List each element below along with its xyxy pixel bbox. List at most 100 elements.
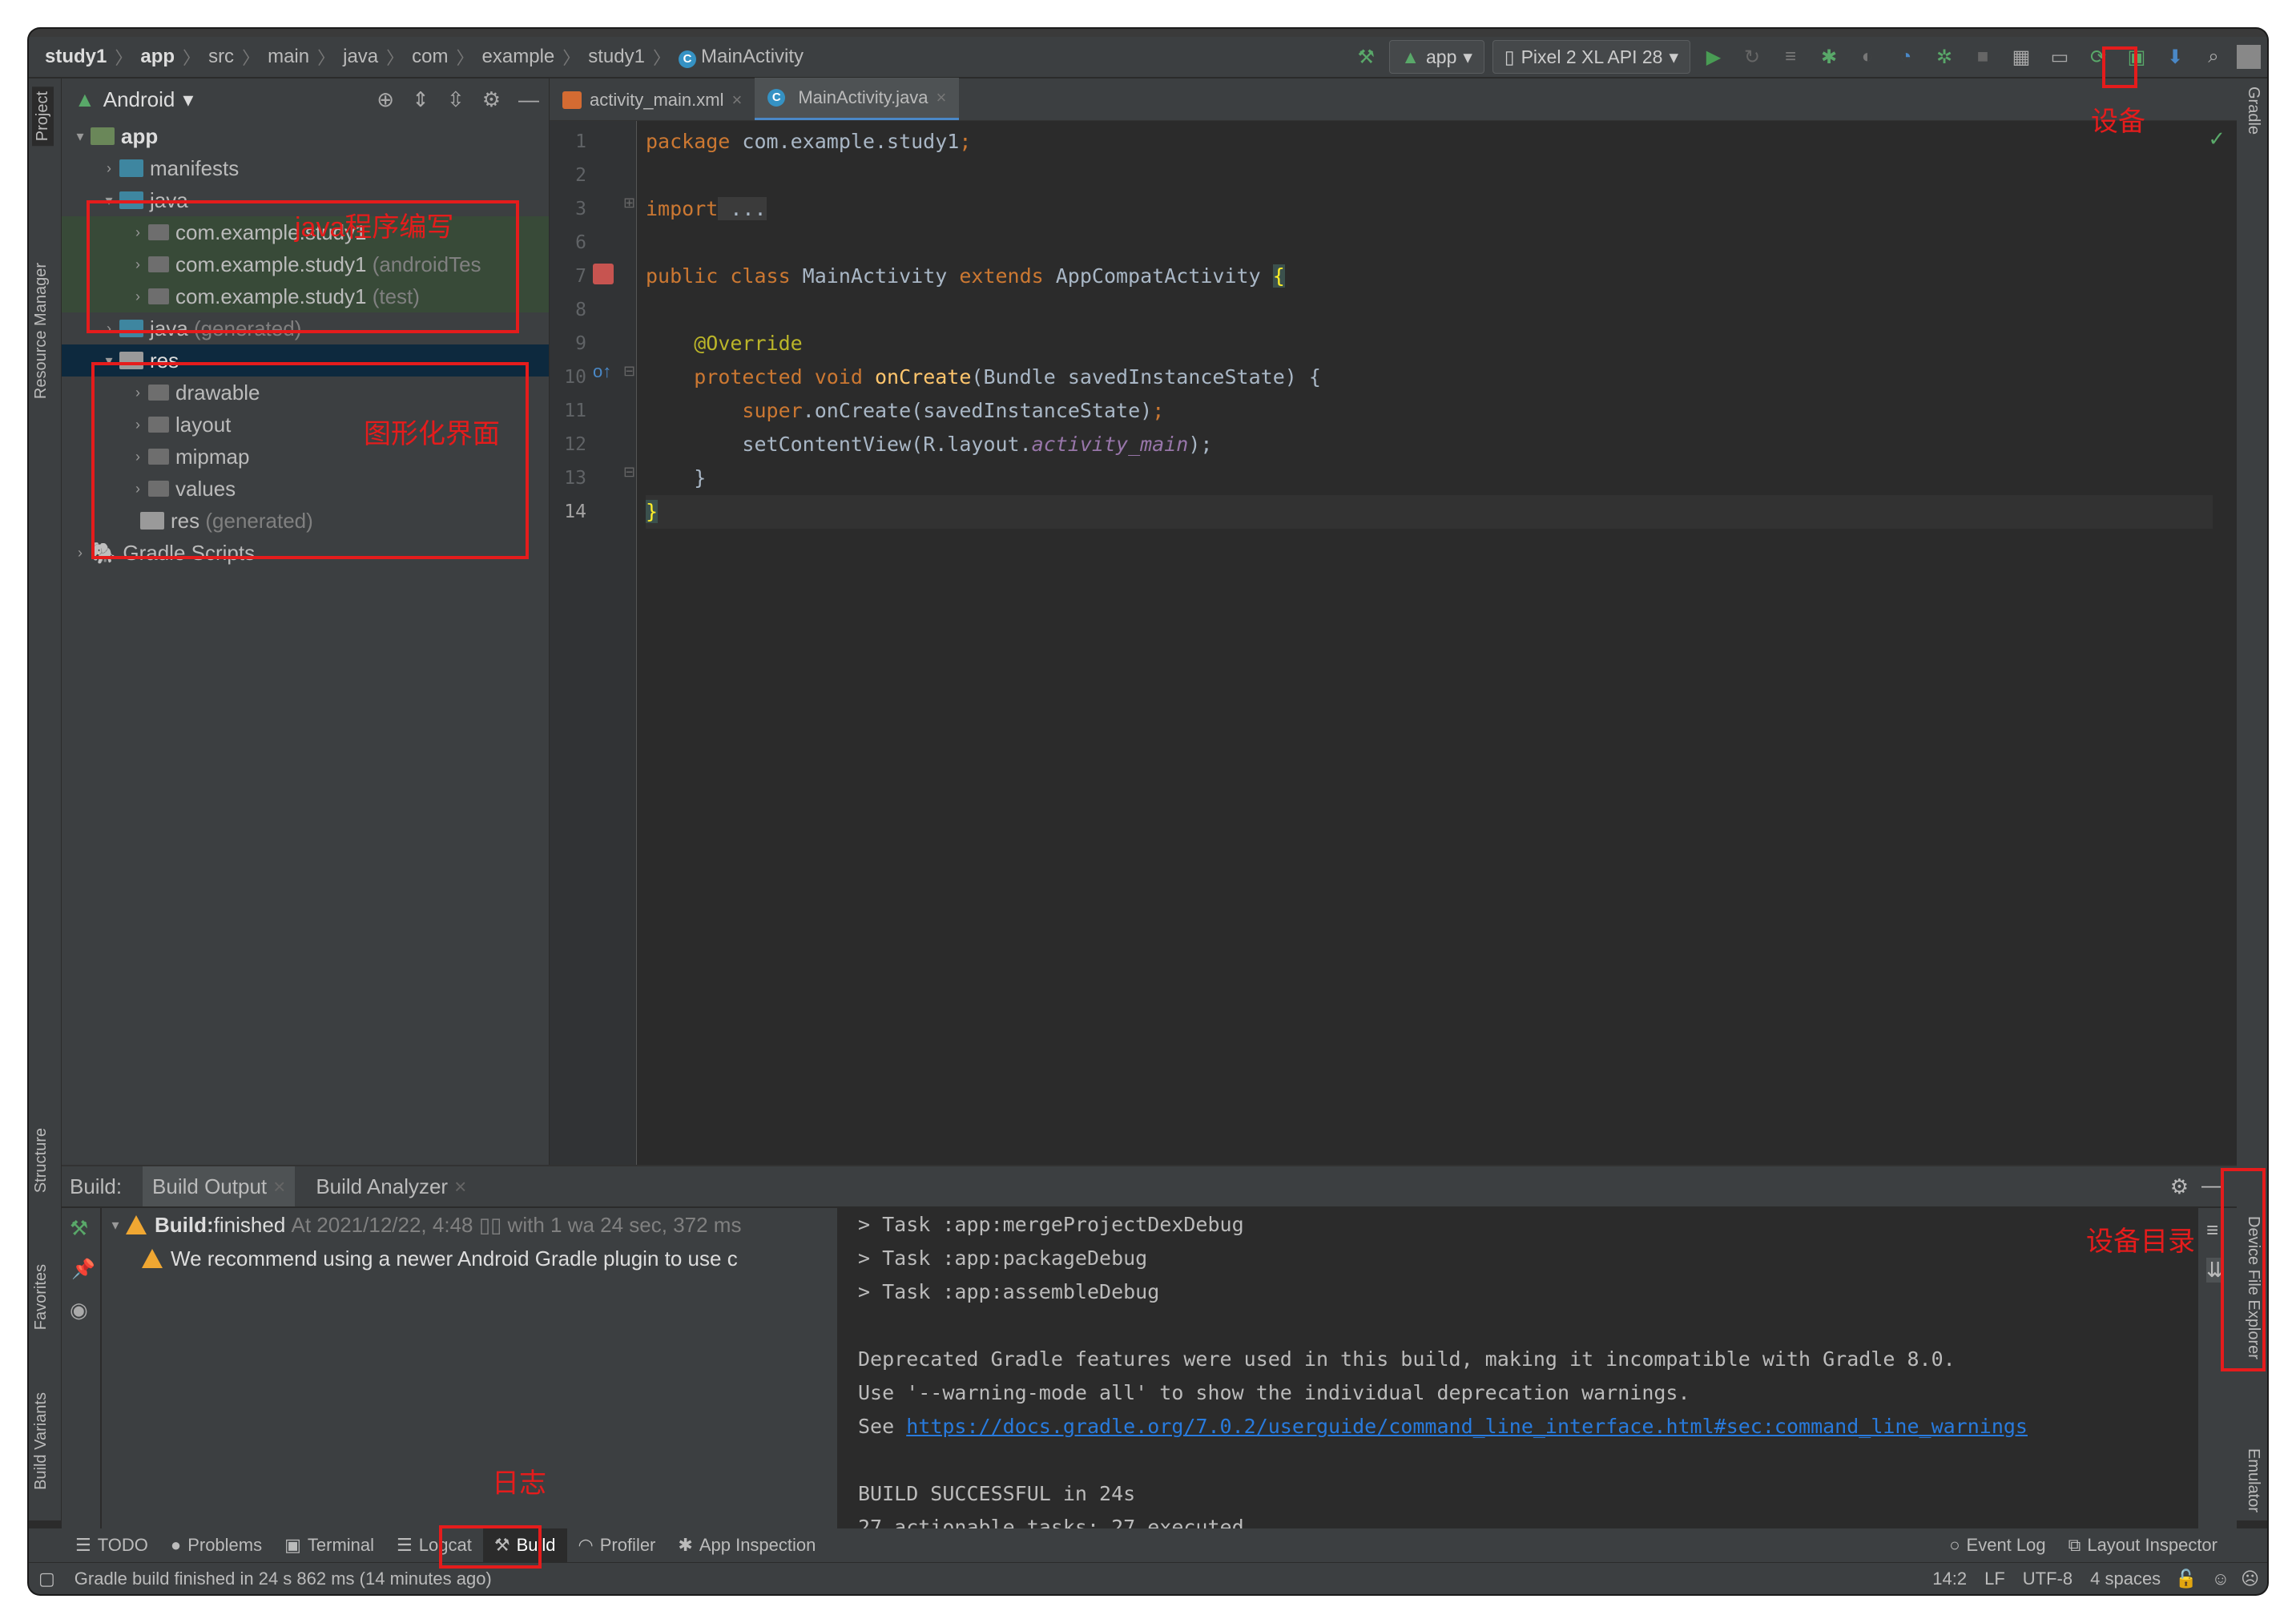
project-structure-icon[interactable]: ▦ [2006,41,2036,73]
warning-icon [126,1215,147,1234]
tool-window-app-inspection[interactable]: ✱ App Inspection [667,1528,827,1562]
file-encoding[interactable]: UTF-8 [2023,1569,2072,1589]
tool-window-terminal[interactable]: ▣ Terminal [273,1528,385,1562]
tool-window-event-log[interactable]: ○ Event Log [1938,1528,2056,1562]
tab-structure[interactable]: Structure [32,1128,50,1193]
lock-icon[interactable]: 🔓 [2175,1569,2197,1589]
tab-favorites[interactable]: Favorites [32,1264,50,1330]
apply-changes-icon[interactable]: ≡ [1775,41,1806,73]
tool-window-todo[interactable]: ☰ TODO [64,1528,159,1562]
hide-icon[interactable]: — [2201,1173,2222,1198]
tree-item-manifests[interactable]: › manifests [62,152,549,184]
close-icon[interactable]: × [454,1174,466,1199]
code-editor[interactable]: package com.example.study1; import ... p… [646,121,2237,1165]
stop-icon[interactable]: ■ [1968,41,1998,73]
tree-item-app[interactable]: ▾ app [62,120,549,152]
tab-emulator[interactable]: Emulator [2244,1448,2262,1512]
pin-icon[interactable]: 📌 [71,1258,95,1281]
device-select[interactable]: ▯ Pixel 2 XL API 28 ▾ [1492,40,1690,74]
breadcrumb-item[interactable]: study1 [45,46,107,68]
toggle-tool-windows-icon[interactable]: ▢ [38,1569,55,1589]
tab-build-output[interactable]: Build Output × [143,1166,296,1206]
chevron-down-icon: ▾ [1669,46,1678,67]
hide-icon[interactable]: — [518,87,539,112]
docs-link[interactable]: https://docs.gradle.org/7.0.2/userguide/… [906,1415,2028,1438]
caret-position[interactable]: 14:2 [1932,1569,1967,1589]
tab-build-variants[interactable]: Build Variants [32,1392,50,1490]
project-view-select[interactable]: Android [103,87,175,112]
override-gutter-icon[interactable]: o↑ [593,361,611,382]
build-console[interactable]: > Task :app:mergeProjectDexDebug > Task … [839,1208,2197,1557]
build-status-row[interactable]: ▾ Build: finished At 2021/12/22, 4:48 ▯▯ … [102,1208,837,1242]
expand-all-icon[interactable]: ⇕ [412,87,429,112]
indent-setting[interactable]: 4 spaces [2090,1569,2161,1589]
run-config-select[interactable]: ▲ app ▾ [1389,40,1484,74]
tab-build-analyzer[interactable]: Build Analyzer × [316,1166,466,1206]
soft-wrap-icon[interactable]: ≡ [2206,1218,2218,1242]
caret-line-highlight [646,495,2213,529]
close-icon[interactable]: × [273,1174,285,1199]
status-message[interactable]: Gradle build finished in 24 s 862 ms (14… [75,1569,492,1589]
breadcrumb-item[interactable]: java [343,46,378,68]
activity-gutter-icon[interactable] [593,264,614,284]
tab-gradle[interactable]: Gradle [2244,87,2262,135]
breadcrumb-item[interactable]: example [482,46,555,68]
sdk-manager-icon[interactable]: ⬇ [2160,41,2190,73]
tab-activity-main-xml[interactable]: activity_main.xml × [550,80,755,120]
gear-icon[interactable]: ⚙ [482,87,501,112]
build-status: finished [213,1212,286,1237]
eye-icon[interactable]: ◉ [70,1298,88,1323]
breadcrumb-item[interactable]: study1 [588,46,645,68]
chevron-down-icon: ▾ [183,87,194,111]
frown-icon[interactable]: ☹ [2241,1569,2259,1589]
breadcrumb-item[interactable]: main [268,46,309,68]
breadcrumb-item[interactable]: src [208,46,234,68]
run-icon[interactable]: ▶ [1698,41,1729,73]
search-icon[interactable]: ⌕ [2198,41,2229,73]
close-icon[interactable]: × [937,87,947,108]
attach-process-icon[interactable]: ✲ [1929,41,1960,73]
chevron-right-icon: 〉 [562,48,581,68]
tab-resource-manager[interactable]: Resource Manager [32,263,50,399]
hammer-icon[interactable]: ⚒ [1351,41,1381,73]
tab-main-activity-java[interactable]: C MainActivity.java × [755,78,960,120]
fold-icon[interactable]: ⊟ [623,363,635,380]
fold-icon[interactable]: ⊟ [623,464,635,481]
attach-debugger-icon[interactable]: ◐ [1852,41,1883,73]
chevron-right-icon: 〉 [386,48,405,68]
gear-icon[interactable]: ⚙ [2170,1174,2189,1199]
line-separator[interactable]: LF [1984,1569,2005,1589]
chevron-right-icon: › [107,159,111,176]
breadcrumb-item[interactable]: com [412,46,448,68]
tool-window-label: Problems [187,1535,263,1555]
xml-file-icon [562,91,582,109]
smiley-icon[interactable]: ☺ [2212,1569,2230,1589]
console-line: > Task :app:mergeProjectDexDebug [858,1213,1244,1236]
code-token: (Bundle savedInstanceState) { [971,365,1321,389]
tool-window-problems[interactable]: ● Problems [159,1528,273,1562]
layout-inspector-icon: ⧉ [2068,1535,2081,1555]
fold-icon[interactable]: ⊞ [623,195,635,211]
chevron-right-icon: › [78,544,83,561]
tool-window-label: App Inspection [699,1535,816,1555]
build-warning-row[interactable]: We recommend using a newer Android Gradl… [102,1242,837,1275]
profile-icon[interactable]: ◔ [1891,41,1921,73]
account-icon[interactable] [2237,45,2261,69]
tool-window-profiler[interactable]: ◠ Profiler [567,1528,667,1562]
collapse-all-icon[interactable]: ⇳ [447,87,465,112]
hammer-icon[interactable]: ⚒ [70,1216,88,1241]
code-token: com.example.study1 [730,130,960,153]
tool-window-layout-inspector[interactable]: ⧉ Layout Inspector [2057,1528,2229,1562]
breadcrumb-item[interactable]: app [140,46,175,68]
info-icon: ● [170,1535,182,1555]
rerun-icon[interactable]: ↻ [1737,41,1767,73]
tab-project[interactable]: Project [32,87,54,147]
debug-icon[interactable]: ✱ [1814,41,1844,73]
locate-icon[interactable]: ⊕ [377,87,394,112]
breadcrumb-item[interactable]: C MainActivity [679,46,804,68]
close-icon[interactable]: × [731,90,742,111]
tool-window-label: Layout Inspector [2087,1535,2217,1555]
code-token: setContentView(R.layout. [742,433,1032,456]
build-tool-window: Build: Build Output × Build Analyzer × ⚙ —… [62,1165,2237,1557]
avd-manager-icon[interactable]: ▭ [2044,41,2075,73]
